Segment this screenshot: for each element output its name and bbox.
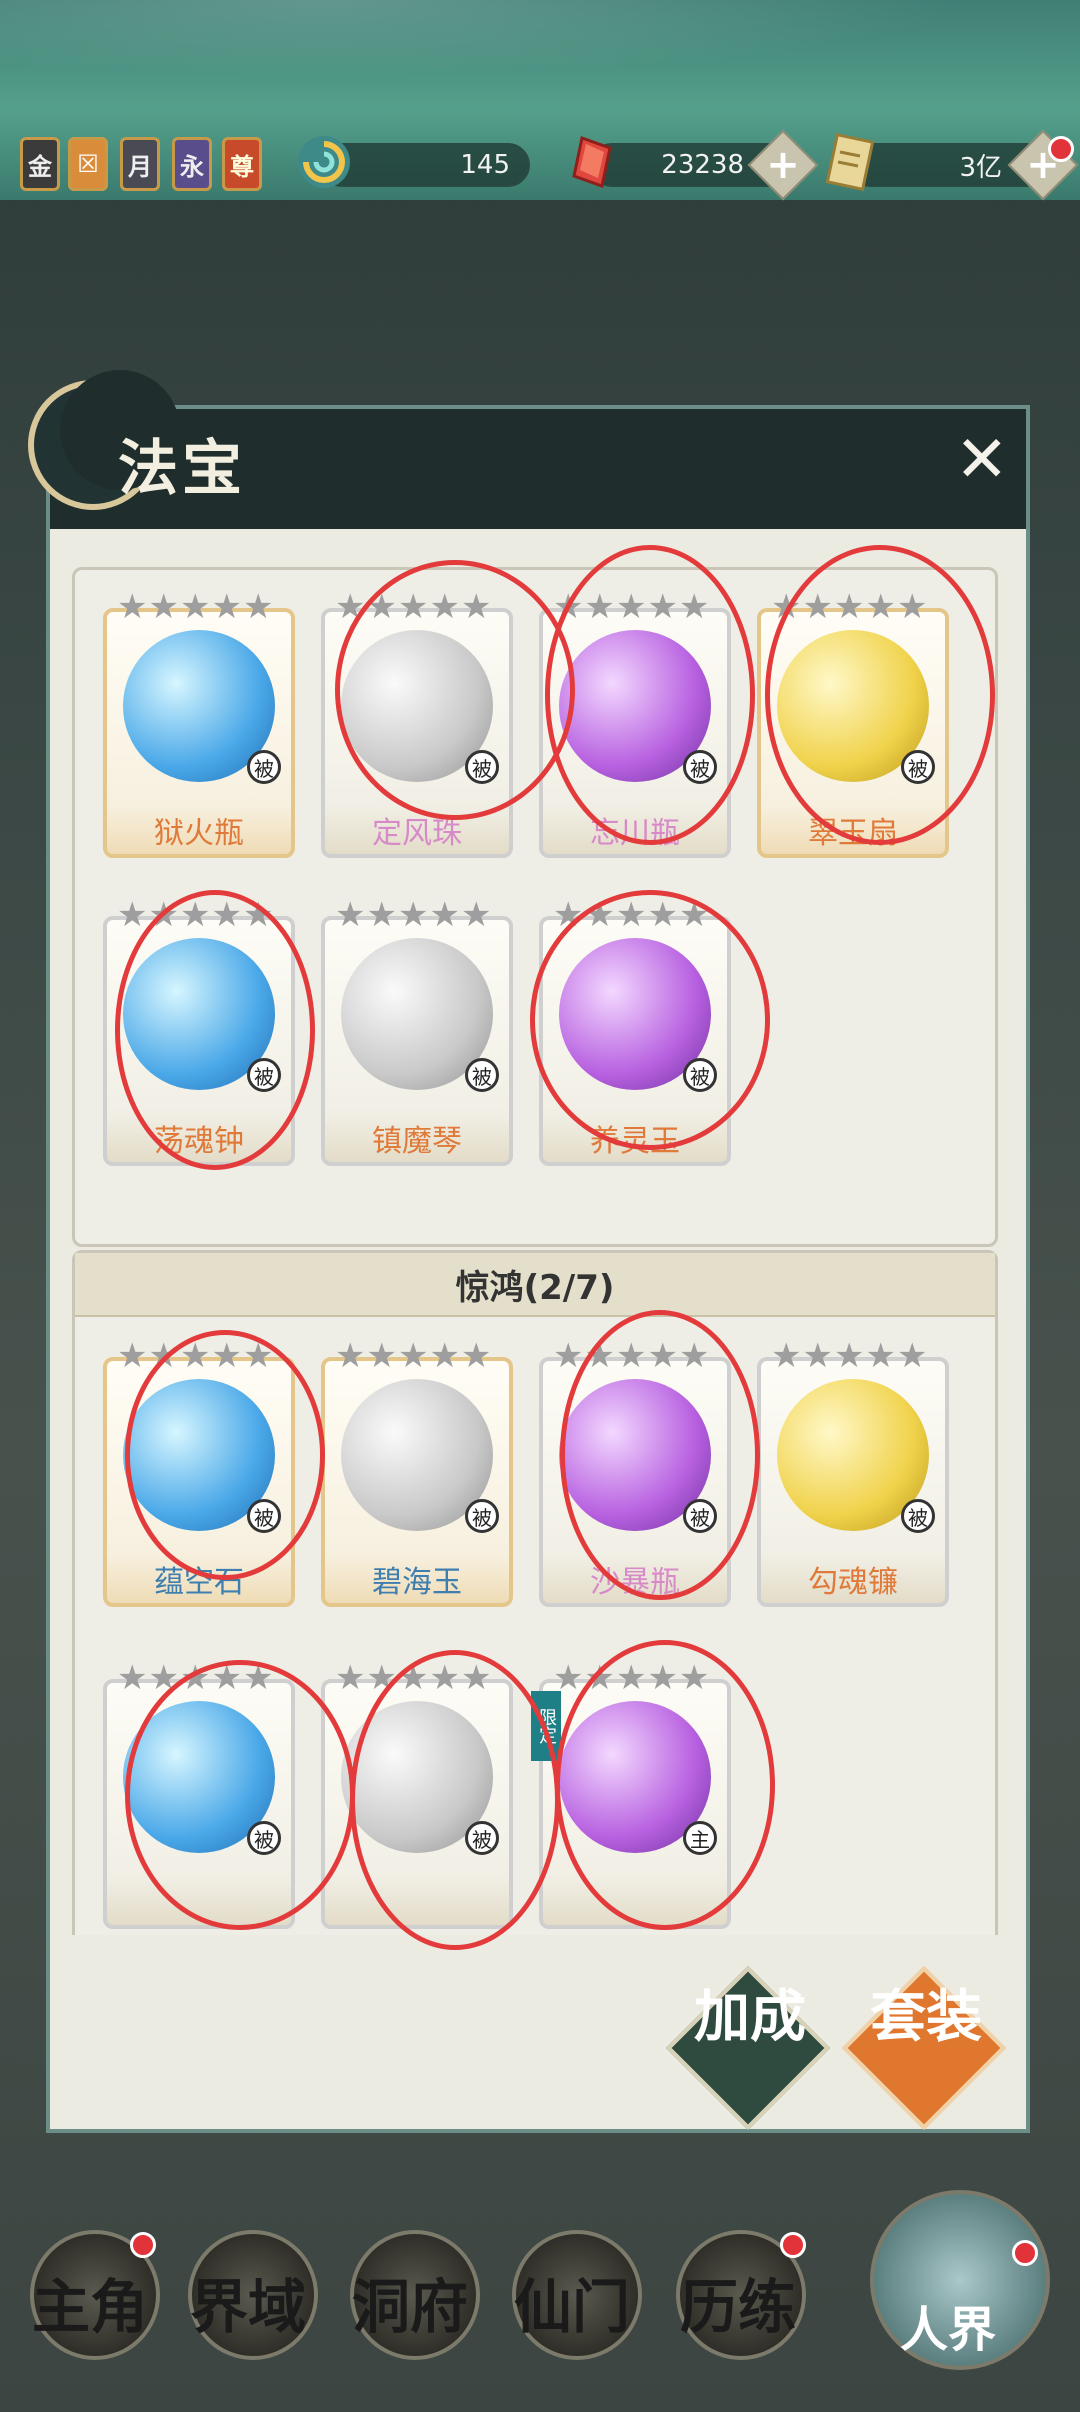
star-icon: ★ [397, 1336, 429, 1376]
annotation-circle [555, 1640, 775, 1930]
passive-tag: 被 [247, 750, 281, 784]
star-icon: ★ [460, 1336, 492, 1376]
spiral-coin-icon [298, 136, 350, 188]
star-icon: ★ [179, 587, 211, 627]
notification-dot [1048, 136, 1074, 162]
currency-crystal-value: 23238 [661, 150, 744, 180]
nav-realm-label: 界域 [190, 2273, 307, 2341]
star-icon: ★ [429, 1336, 460, 1376]
star-icon: ★ [117, 587, 148, 627]
treasure-item-card[interactable]: ★ ★ ★ ★ ★ 被 碧海玉 [321, 1339, 513, 1607]
nav-hero-dot [130, 2232, 156, 2258]
annotation-circle [335, 560, 575, 820]
star-icon: ★ [865, 1336, 896, 1376]
star-icon: ★ [117, 1336, 148, 1376]
star-icon: ★ [896, 1336, 928, 1376]
nav-world-dot [1012, 2240, 1038, 2266]
set-button-label: 套装 [870, 1984, 982, 2050]
star-icon: ★ [148, 587, 179, 627]
star-icon: ★ [335, 1658, 366, 1698]
annotation-circle [545, 545, 755, 845]
passive-tag: 被 [465, 1499, 499, 1533]
star-icon: ★ [211, 587, 242, 627]
nav-world-label: 人界 [900, 2302, 997, 2358]
star-icon: ★ [553, 1658, 584, 1698]
badge-honor[interactable]: 尊 [222, 137, 262, 191]
currency-spiral-value: 145 [460, 150, 510, 180]
panel-title: 法宝 [118, 434, 246, 504]
star-icon: ★ [117, 1658, 148, 1698]
scroll-icon [825, 133, 875, 191]
currency-scroll-value: 3亿 [959, 152, 1002, 183]
passive-tag: 被 [901, 1499, 935, 1533]
close-button[interactable]: ✕ [955, 428, 1009, 492]
treasure-name: 勾魂镰 [808, 1565, 898, 1600]
badge-moon[interactable]: 月 [120, 137, 160, 191]
star-icon: ★ [117, 895, 148, 935]
treasure-item-card[interactable]: ★ ★ ★ ★ ★ 被 镇魔琴 [321, 898, 513, 1166]
treasure-name: 镇魔琴 [372, 1124, 462, 1159]
star-icon: ★ [771, 1336, 802, 1376]
annotation-circle [115, 890, 315, 1170]
star-icon: ★ [429, 895, 460, 935]
annotation-circle [530, 890, 770, 1150]
section-header: 惊鸿(2/7) [75, 1253, 995, 1317]
annotation-circle [765, 545, 995, 845]
nav-sect-label: 仙门 [514, 2273, 631, 2341]
star-rating: ★ ★ ★ ★ ★ [117, 590, 287, 624]
star-rating: ★ ★ ★ ★ ★ [335, 898, 505, 932]
treasure-name: 碧海玉 [372, 1565, 462, 1600]
annotation-circle [560, 1310, 760, 1600]
star-icon: ★ [335, 1336, 366, 1376]
treasure-name: 狱火瓶 [154, 816, 244, 851]
plus-icon: + [766, 142, 800, 188]
nav-trial-label: 历练 [680, 2273, 797, 2341]
badge-gold[interactable]: 金 [20, 137, 60, 191]
star-rating: ★ ★ ★ ★ ★ [335, 1339, 505, 1373]
nav-trial-dot [780, 2232, 806, 2258]
badge-eternal[interactable]: 永 [172, 137, 212, 191]
star-icon: ★ [335, 895, 366, 935]
star-icon: ★ [833, 1336, 865, 1376]
star-rating: ★ ★ ★ ★ ★ [771, 1339, 941, 1373]
bonus-button-label: 加成 [694, 1984, 806, 2050]
star-icon: ★ [397, 895, 429, 935]
red-crystal-icon [572, 136, 612, 188]
treasure-item-card[interactable]: ★ ★ ★ ★ ★ 被 勾魂镰 [757, 1339, 949, 1607]
badge-sword[interactable]: ☒ [68, 137, 108, 191]
annotation-circle [125, 1330, 325, 1580]
passive-tag: 被 [465, 1058, 499, 1092]
treasure-item-card[interactable]: ★ ★ ★ ★ ★ 被 狱火瓶 [103, 590, 295, 858]
nav-cave-label: 洞府 [352, 2273, 469, 2341]
top-bar-decoration [0, 0, 1080, 90]
annotation-circle [350, 1650, 560, 1950]
star-icon: ★ [366, 1336, 397, 1376]
star-icon: ★ [242, 587, 274, 627]
star-icon: ★ [366, 895, 397, 935]
star-icon: ★ [802, 1336, 833, 1376]
nav-hero-label: 主角 [32, 2273, 149, 2341]
annotation-circle [125, 1660, 355, 1930]
star-icon: ★ [460, 895, 492, 935]
